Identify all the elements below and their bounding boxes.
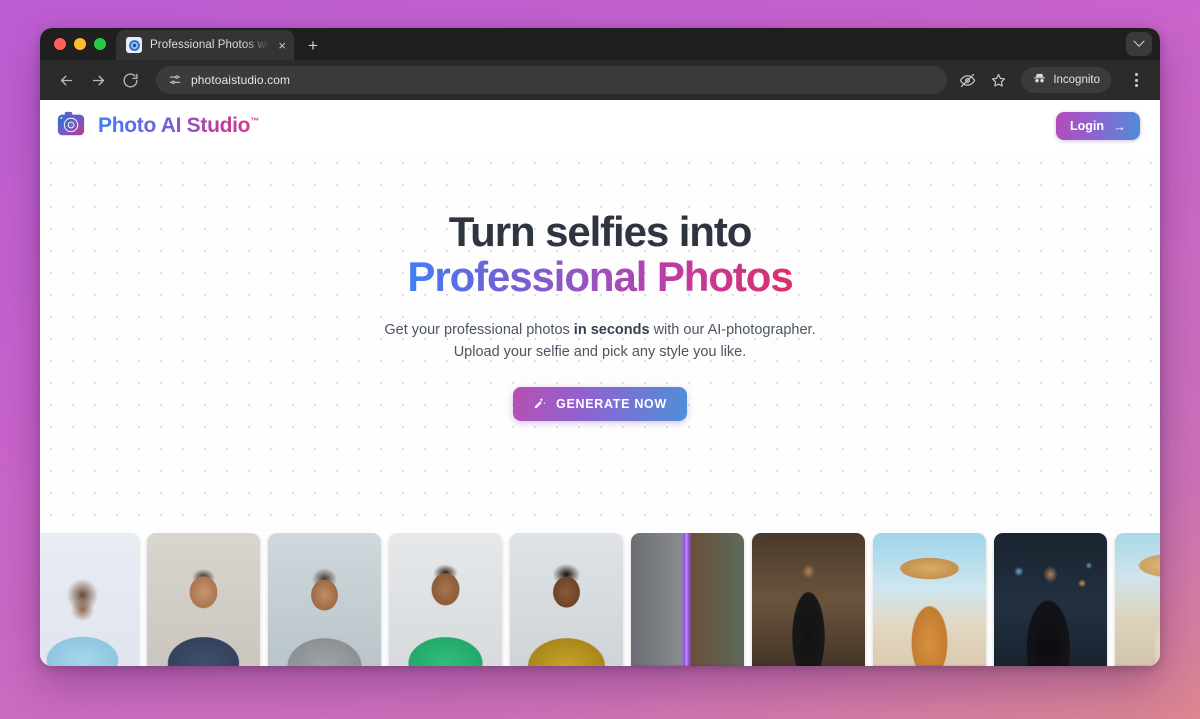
- incognito-label: Incognito: [1053, 74, 1100, 86]
- gallery-card-selfie-curly-hair-blue-tee[interactable]: [40, 533, 139, 666]
- incognito-hat-icon: [1032, 71, 1047, 89]
- hero-sub-emphasis: in seconds: [573, 321, 650, 338]
- gallery-card-ai-woman-straw-hat-ocean[interactable]: AI GENERATED: [1115, 533, 1160, 666]
- hero-sub-part-2: with our AI-photographer.: [649, 321, 816, 338]
- site-settings-tune-icon[interactable]: [168, 73, 182, 87]
- logo-camera-aperture-icon: [56, 109, 86, 144]
- window-traffic-lights: [52, 28, 116, 60]
- arrow-right-icon: →: [1113, 118, 1126, 134]
- bookmark-star-icon[interactable]: [990, 72, 1007, 89]
- web-page: Photo AI Studio™ Login → Turn selfies in…: [40, 100, 1160, 666]
- photo-thumbnail: [873, 533, 986, 666]
- eye-slash-icon[interactable]: [959, 72, 976, 89]
- toolbar-actions: Incognito: [959, 67, 1150, 93]
- reload-button[interactable]: [116, 66, 144, 94]
- generate-now-label: GENERATE NOW: [556, 397, 667, 412]
- photo-thumbnail: [268, 533, 381, 666]
- hero-sub-line-2: Upload your selfie and pick any style yo…: [453, 343, 747, 360]
- browser-window: Professional Photos with Phot × +: [40, 28, 1160, 666]
- gallery-card-selfie-bearded-man-navy-tee[interactable]: [147, 533, 260, 666]
- site-header: Photo AI Studio™ Login →: [40, 100, 1160, 152]
- hero-title-line-1: Turn selfies into: [448, 208, 753, 255]
- photo-thumbnail: [40, 533, 139, 666]
- forward-button[interactable]: [84, 66, 112, 94]
- brand-trademark: ™: [250, 116, 259, 126]
- brand-name: Photo AI Studio™: [98, 114, 259, 137]
- hero-subtitle: Get your professional photos in seconds …: [40, 320, 1160, 364]
- gallery-badge: AI GENERATED: [1115, 664, 1160, 666]
- photo-thumbnail: [994, 533, 1107, 666]
- desktop-wallpaper: Professional Photos with Phot × +: [0, 0, 1200, 719]
- photo-gallery-strip[interactable]: AI GENERATED AI GENERATED AI GENERATED A…: [40, 533, 1160, 666]
- hero-title-line-2: Professional Photos: [407, 252, 793, 300]
- gallery-badge: AI GENERATED: [994, 664, 1107, 666]
- address-bar-url: photoaistudio.com: [191, 73, 291, 87]
- gallery-card-selfie-woman-grey-blazer[interactable]: [268, 533, 381, 666]
- photo-thumbnail: [510, 533, 623, 666]
- gallery-card-ai-woman-hat-beach[interactable]: AI GENERATED: [873, 533, 986, 666]
- tab-title: Professional Photos with Phot: [150, 39, 270, 51]
- gallery-card-selfie-woman-yellow-pattern[interactable]: [510, 533, 623, 666]
- browser-tab-strip: Professional Photos with Phot × +: [40, 28, 1160, 60]
- gallery-badge: AI GENERATED: [873, 664, 986, 666]
- photo-split-divider: [631, 533, 744, 666]
- address-bar[interactable]: photoaistudio.com: [156, 66, 948, 94]
- gallery-card-ai-man-black-suit-lounge[interactable]: AI GENERATED: [752, 533, 865, 666]
- browser-menu-kebab-icon[interactable]: [1125, 73, 1146, 87]
- browser-toolbar: photoaistudio.com Incognito: [40, 60, 1160, 100]
- gallery-badge: AI GENERATED: [631, 664, 744, 666]
- photo-thumbnail: [1115, 533, 1160, 666]
- gallery-badge: AI GENERATED: [752, 664, 865, 666]
- close-window-button[interactable]: [54, 38, 66, 50]
- minimize-window-button[interactable]: [74, 38, 86, 50]
- page-title: Turn selfies into Professional Photos: [40, 208, 1160, 300]
- login-label: Login: [1069, 119, 1104, 133]
- new-tab-button[interactable]: +: [308, 37, 318, 54]
- tab-close-icon[interactable]: ×: [278, 39, 286, 52]
- gallery-card-before-after-split-portrait[interactable]: AI GENERATED: [631, 533, 744, 666]
- back-button[interactable]: [52, 66, 80, 94]
- site-brand[interactable]: Photo AI Studio™: [56, 109, 259, 144]
- incognito-indicator[interactable]: Incognito: [1021, 67, 1111, 93]
- login-button[interactable]: Login →: [1055, 112, 1140, 140]
- magic-wand-icon: [533, 396, 547, 413]
- hero-sub-part-1: Get your professional photos: [384, 321, 574, 338]
- gallery-card-selfie-man-green-tee[interactable]: [389, 533, 502, 666]
- photo-thumbnail: [389, 533, 502, 666]
- tab-search-chevron-down-icon[interactable]: [1126, 32, 1152, 56]
- photo-thumbnail: [147, 533, 260, 666]
- tab-favicon-camera-aperture-icon: [126, 37, 142, 53]
- generate-now-button[interactable]: GENERATE NOW: [513, 387, 687, 422]
- photo-thumbnail: [752, 533, 865, 666]
- browser-tab[interactable]: Professional Photos with Phot ×: [116, 30, 294, 60]
- gallery-card-ai-man-black-coat-night[interactable]: AI GENERATED: [994, 533, 1107, 666]
- maximize-window-button[interactable]: [94, 38, 106, 50]
- hero-section: Turn selfies into Professional Photos Ge…: [40, 152, 1160, 532]
